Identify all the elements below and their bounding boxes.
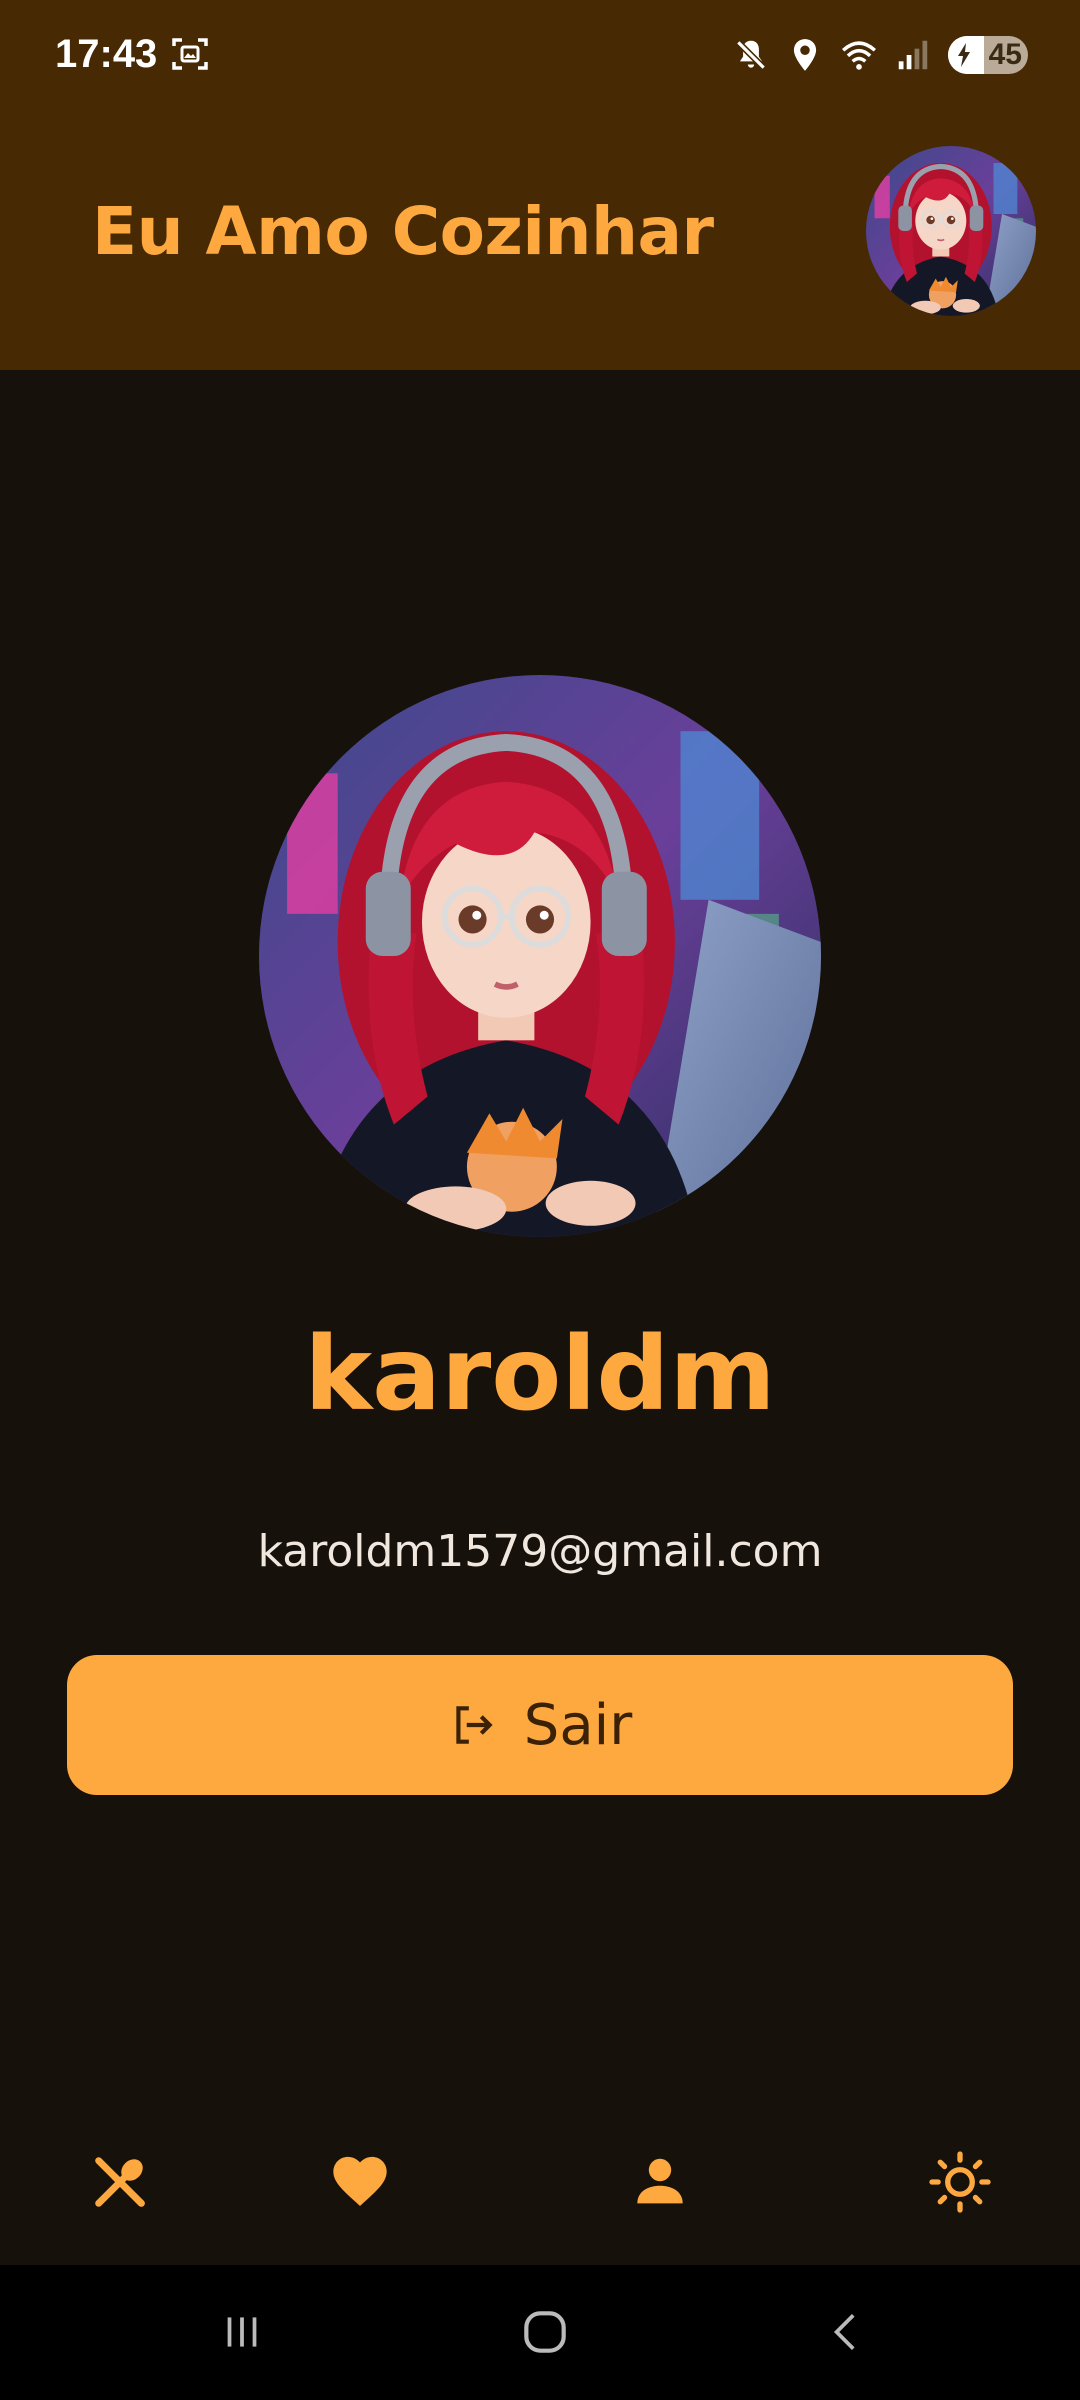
nav-item-recipes[interactable] (80, 2142, 160, 2222)
wifi-icon (842, 41, 876, 70)
battery-level: 45 (988, 38, 1022, 71)
mute-icon (736, 40, 766, 70)
app-title: Eu Amo Cozinhar (92, 193, 714, 270)
status-icons: 45 (732, 30, 1028, 80)
logout-icon (456, 1706, 493, 1744)
bottom-navigation (0, 2110, 1080, 2265)
charging-bolt-icon (958, 43, 970, 67)
signal-icon (898, 40, 928, 70)
heart-icon (333, 2156, 387, 2206)
status-time: 17:43 (55, 32, 158, 76)
recent-apps-button[interactable] (207, 2297, 277, 2367)
header-avatar[interactable] (866, 146, 1036, 316)
sun-icon (929, 2151, 991, 2213)
status-bar: 17:43 45 (0, 0, 1080, 110)
utensils-icon (95, 2157, 145, 2207)
profile-username: karoldm (304, 1315, 776, 1434)
logout-button[interactable]: Sair (67, 1655, 1013, 1795)
profile-email: karoldm1579@gmail.com (257, 1526, 823, 1577)
nav-item-theme[interactable] (920, 2142, 1000, 2222)
person-icon (637, 2158, 683, 2204)
home-icon (524, 2311, 566, 2353)
nav-item-profile[interactable] (620, 2142, 700, 2222)
avatar-image (259, 675, 821, 1237)
logout-label: Sair (523, 1692, 633, 1758)
nav-item-favorites[interactable] (320, 2142, 400, 2222)
home-button[interactable] (510, 2297, 580, 2367)
avatar-image (866, 146, 1036, 316)
profile-avatar (259, 675, 821, 1237)
back-icon (833, 2314, 855, 2350)
location-icon (793, 39, 817, 71)
back-button[interactable] (812, 2297, 882, 2367)
app-bar: Eu Amo Cozinhar (0, 110, 1080, 370)
system-navigation-bar (0, 2265, 1080, 2400)
recent-apps-icon (227, 2317, 257, 2347)
battery-charging-icon: 45 (948, 36, 1028, 74)
screenshot-icon (172, 38, 208, 70)
